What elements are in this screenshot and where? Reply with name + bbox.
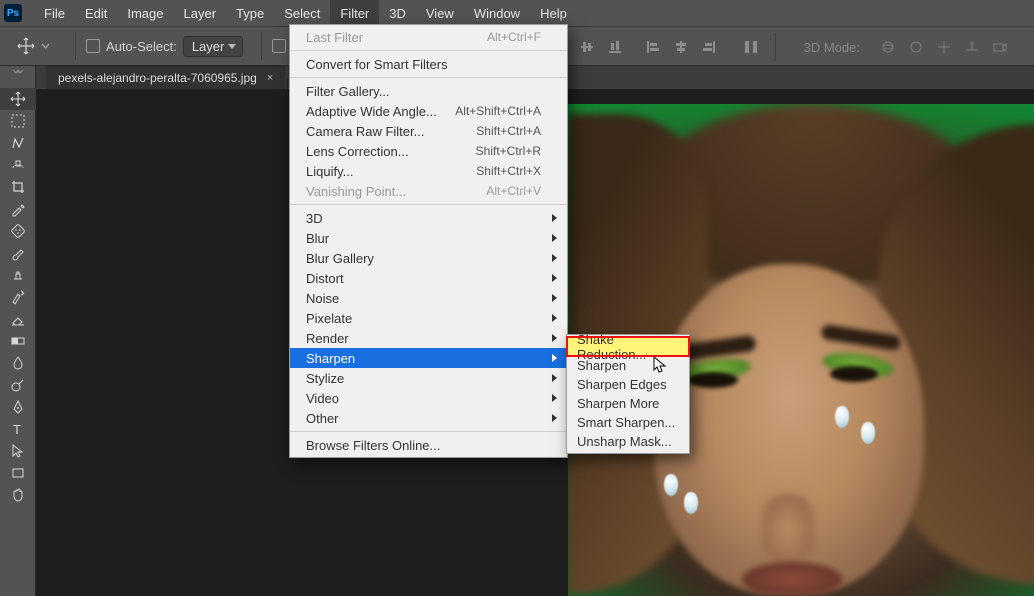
menu-file[interactable]: File	[34, 0, 75, 26]
submenu-item-sharpen-edges[interactable]: Sharpen Edges	[567, 375, 689, 394]
menu-separator	[290, 431, 567, 432]
menu-layer[interactable]: Layer	[174, 0, 227, 26]
menu-item-3d[interactable]: 3D	[290, 208, 567, 228]
menu-view[interactable]: View	[416, 0, 464, 26]
menu-item-camera-raw[interactable]: Camera Raw Filter...Shift+Ctrl+A	[290, 121, 567, 141]
align-right-icon[interactable]	[699, 37, 719, 57]
tool-brush[interactable]	[0, 242, 36, 264]
tool-quick-select[interactable]	[0, 154, 36, 176]
menu-item-pixelate[interactable]: Pixelate	[290, 308, 567, 328]
show-transform-checkbox[interactable]	[272, 39, 286, 53]
photoshop-logo: Ps	[4, 4, 22, 22]
tool-gradient[interactable]	[0, 330, 36, 352]
separator	[261, 32, 262, 60]
tool-marquee[interactable]	[0, 110, 36, 132]
svg-text:T: T	[13, 422, 21, 437]
tool-preset-dropdown-icon[interactable]	[40, 41, 51, 52]
menu-select[interactable]: Select	[274, 0, 330, 26]
3d-roll-icon[interactable]	[906, 37, 926, 57]
menu-item-sharpen[interactable]: Sharpen	[290, 348, 567, 368]
menu-separator	[290, 77, 567, 78]
move-tool-icon[interactable]	[14, 34, 38, 58]
tool-rectangle[interactable]	[0, 462, 36, 484]
tool-pen[interactable]	[0, 396, 36, 418]
menu-item-stylize[interactable]: Stylize	[290, 368, 567, 388]
tool-type[interactable]: T	[0, 418, 36, 440]
3d-pan-icon[interactable]	[934, 37, 954, 57]
submenu-item-sharpen-more[interactable]: Sharpen More	[567, 394, 689, 413]
menu-item-blur-gallery[interactable]: Blur Gallery	[290, 248, 567, 268]
sharpen-submenu: Shake Reduction... Sharpen Sharpen Edges…	[566, 334, 690, 454]
tool-dodge[interactable]	[0, 374, 36, 396]
3d-camera-icon[interactable]	[990, 37, 1010, 57]
menu-separator	[290, 50, 567, 51]
submenu-item-smart-sharpen[interactable]: Smart Sharpen...	[567, 413, 689, 432]
menu-item-blur[interactable]: Blur	[290, 228, 567, 248]
menu-item-video[interactable]: Video	[290, 388, 567, 408]
align-hcenter-icon[interactable]	[671, 37, 691, 57]
document-tab[interactable]: pexels-alejandro-peralta-7060965.jpg ×	[46, 66, 285, 89]
distribute-icon[interactable]	[741, 37, 761, 57]
menu-image[interactable]: Image	[117, 0, 173, 26]
alignment-group: 3D Mode:	[545, 27, 1014, 67]
tool-eraser[interactable]	[0, 308, 36, 330]
menu-item-adaptive-wide-angle[interactable]: Adaptive Wide Angle...Alt+Shift+Ctrl+A	[290, 101, 567, 121]
menu-bar: Ps File Edit Image Layer Type Select Fil…	[0, 0, 1034, 26]
menu-window[interactable]: Window	[464, 0, 530, 26]
tool-move[interactable]	[0, 88, 36, 110]
tool-lasso[interactable]	[0, 132, 36, 154]
menu-separator	[290, 204, 567, 205]
menu-item-convert-smart-filters[interactable]: Convert for Smart Filters	[290, 54, 567, 74]
auto-select-checkbox[interactable]	[86, 39, 100, 53]
auto-select-target-dropdown[interactable]: Layer	[183, 36, 244, 57]
tool-hand[interactable]	[0, 484, 36, 506]
menu-edit[interactable]: Edit	[75, 0, 117, 26]
menu-3d[interactable]: 3D	[379, 0, 416, 26]
3d-mode-label: 3D Mode:	[804, 40, 860, 55]
filter-menu-dropdown: Last FilterAlt+Ctrl+F Convert for Smart …	[289, 24, 568, 458]
submenu-item-shake-reduction[interactable]: Shake Reduction...	[567, 337, 689, 356]
tool-blur[interactable]	[0, 352, 36, 374]
close-tab-icon[interactable]: ×	[267, 72, 273, 84]
menu-item-render[interactable]: Render	[290, 328, 567, 348]
menu-item-lens-correction[interactable]: Lens Correction...Shift+Ctrl+R	[290, 141, 567, 161]
menu-item-vanishing-point[interactable]: Vanishing Point...Alt+Ctrl+V	[290, 181, 567, 201]
align-left-icon[interactable]	[643, 37, 663, 57]
menu-filter[interactable]: Filter	[330, 0, 379, 26]
tool-eyedropper[interactable]	[0, 198, 36, 220]
separator	[775, 33, 776, 61]
menu-item-distort[interactable]: Distort	[290, 268, 567, 288]
menu-item-filter-gallery[interactable]: Filter Gallery...	[290, 81, 567, 101]
menu-help[interactable]: Help	[530, 0, 577, 26]
tool-clone-stamp[interactable]	[0, 264, 36, 286]
3d-slide-icon[interactable]	[962, 37, 982, 57]
tool-crop[interactable]	[0, 176, 36, 198]
menu-item-other[interactable]: Other	[290, 408, 567, 428]
separator	[75, 32, 76, 60]
menu-type[interactable]: Type	[226, 0, 274, 26]
3d-orbit-icon[interactable]	[878, 37, 898, 57]
menu-item-browse-filters[interactable]: Browse Filters Online...	[290, 435, 567, 455]
menu-item-liquify[interactable]: Liquify...Shift+Ctrl+X	[290, 161, 567, 181]
tool-history-brush[interactable]	[0, 286, 36, 308]
document-tab-title: pexels-alejandro-peralta-7060965.jpg	[58, 71, 257, 85]
align-vcenter-icon[interactable]	[577, 37, 597, 57]
tool-healing[interactable]	[0, 220, 36, 242]
menu-item-noise[interactable]: Noise	[290, 288, 567, 308]
menu-item-last-filter[interactable]: Last FilterAlt+Ctrl+F	[290, 27, 567, 47]
align-bottom-icon[interactable]	[605, 37, 625, 57]
tool-panel: T	[0, 66, 36, 596]
auto-select-label: Auto-Select:	[106, 39, 177, 54]
submenu-item-unsharp-mask[interactable]: Unsharp Mask...	[567, 432, 689, 451]
toolpanel-expand-icon[interactable]	[0, 66, 36, 78]
tool-path-select[interactable]	[0, 440, 36, 462]
